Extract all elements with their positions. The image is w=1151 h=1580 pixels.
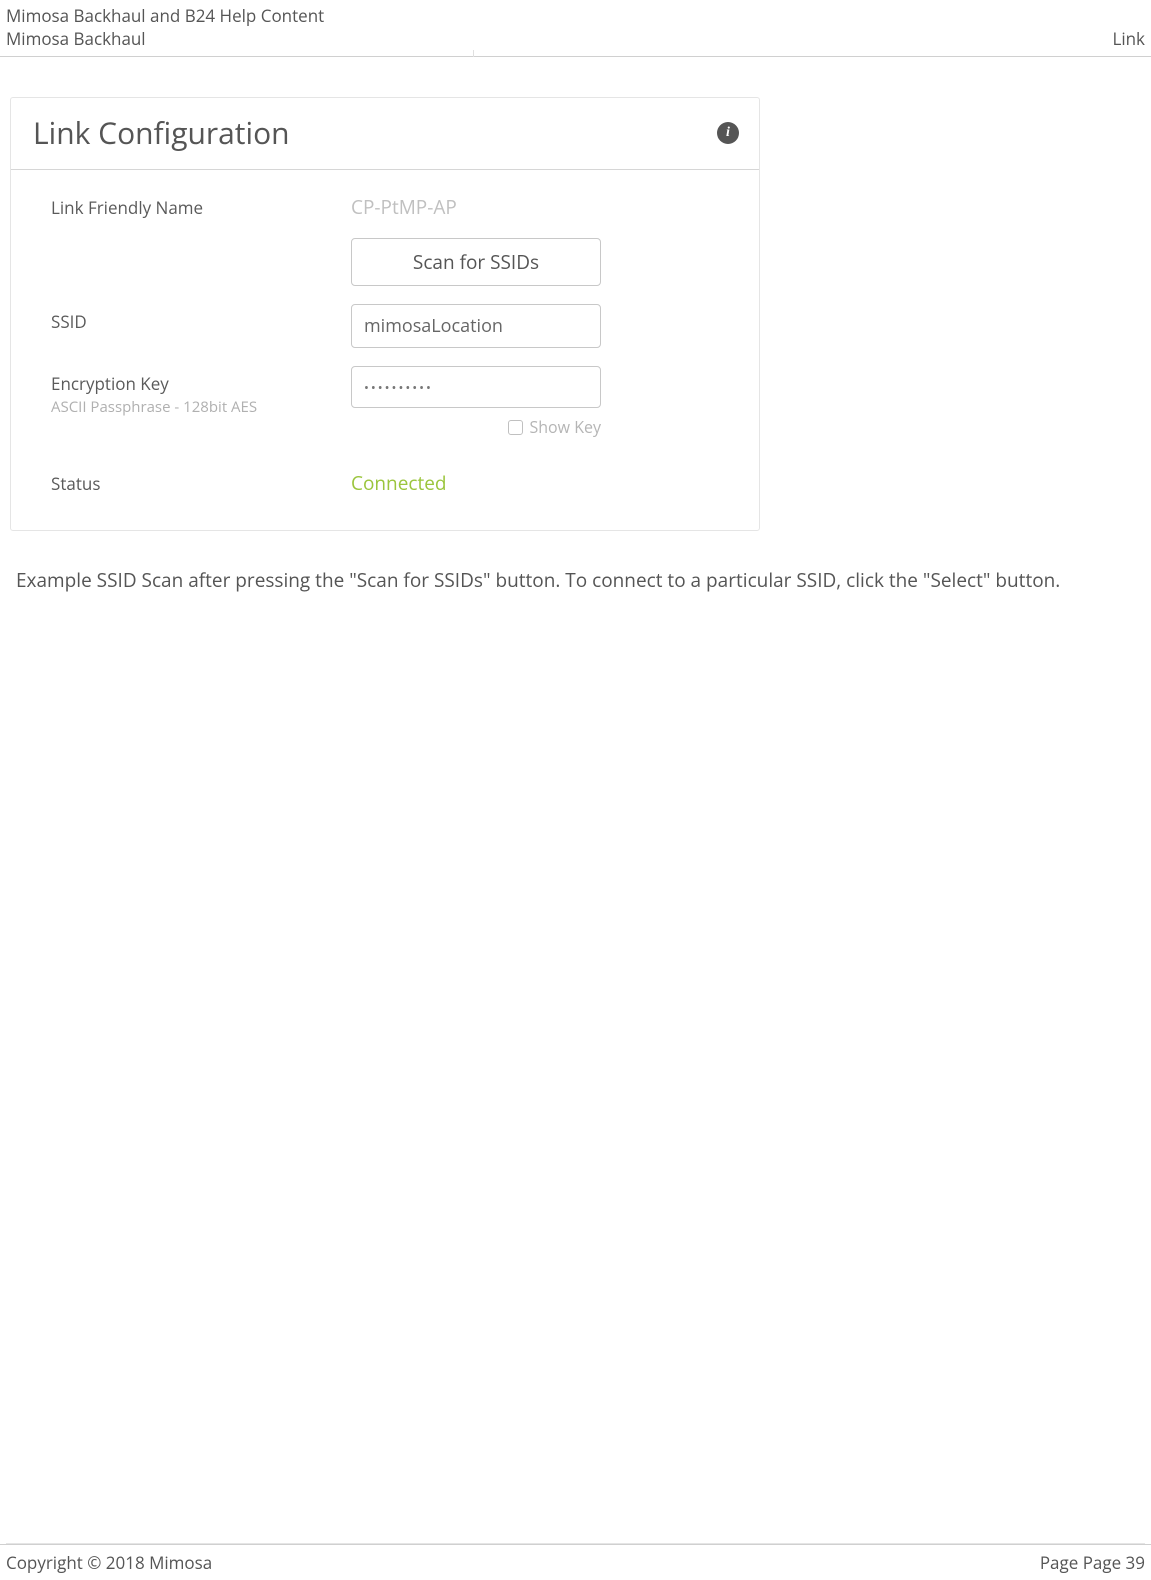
header-row2: Mimosa Backhaul Link xyxy=(6,27,1145,50)
status-label: Status xyxy=(51,466,351,495)
header-title-line1: Mimosa Backhaul and B24 Help Content xyxy=(6,4,1145,27)
scan-ssids-button[interactable]: Scan for SSIDs xyxy=(351,238,601,286)
friendly-name-label: Link Friendly Name xyxy=(51,190,351,219)
page-footer: Copyright © 2018 Mimosa Page Page 39 xyxy=(0,1544,1151,1574)
page-header: Mimosa Backhaul and B24 Help Content Mim… xyxy=(0,0,1151,57)
show-key-row: Show Key xyxy=(351,416,601,438)
encryption-key-input[interactable]: •••••••••• xyxy=(351,366,601,408)
link-config-panel: Link Configuration i Link Friendly Name … xyxy=(10,97,760,531)
status-value: Connected xyxy=(351,466,731,496)
encryption-label: Encryption Key ASCII Passphrase - 128bit… xyxy=(51,366,351,417)
panel-header: Link Configuration i xyxy=(11,98,759,170)
header-title-line2-right: Link xyxy=(1112,27,1145,50)
footer-copyright: Copyright © 2018 Mimosa xyxy=(6,1551,212,1574)
panel-title: Link Configuration xyxy=(33,112,290,153)
show-key-label: Show Key xyxy=(529,416,601,438)
show-key-checkbox[interactable] xyxy=(508,420,523,435)
encryption-sublabel: ASCII Passphrase - 128bit AES xyxy=(51,397,351,417)
ssid-label: SSID xyxy=(51,304,351,333)
encryption-label-text: Encryption Key xyxy=(51,372,351,395)
friendly-name-value: CP-PtMP-AP xyxy=(351,190,731,220)
info-icon[interactable]: i xyxy=(717,122,739,144)
ssid-input[interactable] xyxy=(351,304,601,348)
footer-page: Page Page 39 xyxy=(1040,1551,1145,1574)
figure-caption: Example SSID Scan after pressing the "Sc… xyxy=(10,531,1151,599)
header-title-line2-left: Mimosa Backhaul xyxy=(6,27,146,50)
